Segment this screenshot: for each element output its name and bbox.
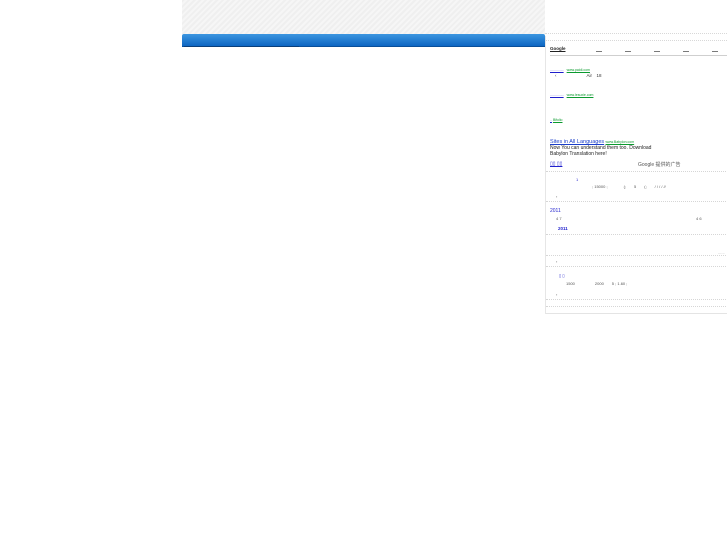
post-footer: ‹ [556, 194, 558, 199]
sidebar: Google .............. www.paidi.com ‹ Air… [545, 36, 727, 314]
post-line: 4 7 [556, 216, 562, 221]
divider [546, 201, 727, 202]
post-subyear[interactable]: 2011 [558, 226, 568, 231]
post-line-right: 4 6 [696, 216, 702, 221]
feed-icon[interactable]: ▯▯ ▯▯ [550, 161, 562, 167]
divider [546, 299, 727, 300]
divider [546, 306, 727, 307]
ad-title-link[interactable]: .............. [550, 93, 564, 97]
post-year[interactable]: 2011 [550, 208, 561, 214]
google-ads-label[interactable]: Google 提供的广告 [638, 161, 681, 168]
divider [546, 255, 727, 256]
post-footer: ‹ [556, 259, 558, 264]
tab-1[interactable] [596, 51, 602, 52]
post-line: 1500 2000 5 ; 1.60 ; [566, 281, 628, 286]
divider [546, 266, 727, 267]
sidebar-bottom-border [546, 313, 727, 314]
ad-item: .............. www.lesuxie.com [550, 93, 593, 97]
featured-ad: Sites in All Languages www.Babylon.com N… [550, 139, 726, 157]
nav-active-indicator [184, 46, 299, 47]
post-marker[interactable]: ▯ ▯ [559, 273, 565, 278]
sidebar-tabs: Google [550, 46, 727, 56]
tab-4[interactable] [683, 51, 689, 52]
tab-2[interactable] [625, 51, 631, 52]
tab-3[interactable] [654, 51, 660, 52]
tab-5[interactable] [712, 51, 718, 52]
featured-ad-body: Babylon Translation here! [550, 151, 607, 157]
divider [546, 171, 727, 172]
ad-item: .. Bifolio [550, 118, 562, 122]
header-banner [182, 0, 545, 34]
divider [546, 234, 727, 235]
header-right-area [545, 0, 727, 34]
tab-google[interactable]: Google [550, 46, 566, 51]
ad-url-link[interactable]: www.paidi.com [567, 68, 590, 72]
post-marker[interactable]: 1 [576, 177, 578, 182]
post-footer: ‹ [556, 292, 558, 297]
featured-ad-url[interactable]: www.Babylon.com [606, 140, 635, 144]
ad-title-link[interactable]: .............. [550, 68, 564, 72]
post-line: ; 15000 ; (; 5 (; / / / / // [592, 184, 666, 189]
ad-item: .............. www.paidi.com [550, 68, 590, 72]
ad-text: ‹ Air 18 [555, 73, 602, 78]
ad-url-link[interactable]: www.lesuxie.com [567, 93, 594, 97]
ad-url-link[interactable]: Bifolio [553, 118, 563, 122]
ad-title-link[interactable]: .. [550, 118, 552, 122]
